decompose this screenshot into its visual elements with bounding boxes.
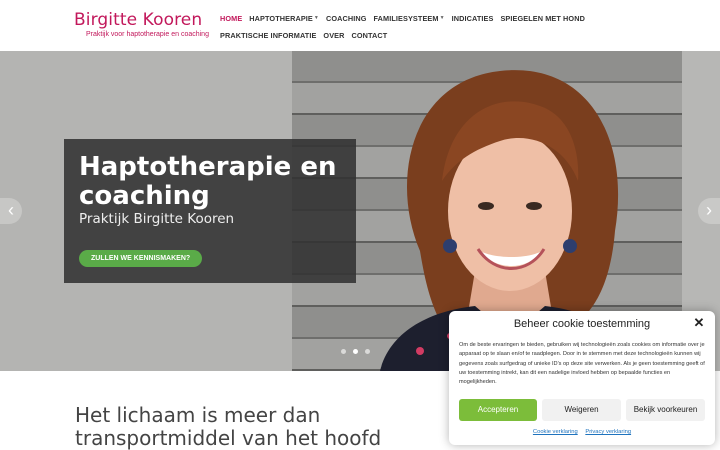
intro-heading-line-1: Het lichaam is meer dan xyxy=(75,403,321,427)
deny-button[interactable]: Weigeren xyxy=(542,399,621,421)
slider-dot-2[interactable] xyxy=(353,349,358,354)
nav-label: PRAKTISCHE INFORMATIE xyxy=(220,30,317,40)
hero-caption-box: Haptotherapie en coaching Praktijk Birgi… xyxy=(64,139,356,283)
privacy-policy-link[interactable]: Privacy verklaring xyxy=(585,429,631,435)
nav-item-contact[interactable]: CONTACT xyxy=(352,31,388,40)
site-logo[interactable]: Birgitte Kooren Praktijk voor haptothera… xyxy=(74,10,209,38)
intro-heading: Het lichaam is meer dan transportmiddel … xyxy=(75,404,381,450)
nav-item-indicaties[interactable]: INDICATIES xyxy=(452,14,494,23)
chevron-right-icon[interactable]: › xyxy=(698,198,720,224)
cookie-dialog-title: Beheer cookie toestemming xyxy=(513,318,651,330)
intro-heading-line-2: transportmiddel van het hoofd xyxy=(75,426,382,450)
nav-label: CONTACT xyxy=(351,30,388,40)
hero-subtitle: Praktijk Birgitte Kooren xyxy=(79,211,235,227)
hero-title: Haptotherapie en coaching xyxy=(79,152,337,211)
cookie-description: Om de beste ervaringen te bieden, gebrui… xyxy=(459,342,705,386)
nav-label: OVER xyxy=(323,30,345,40)
view-preferences-button[interactable]: Bekijk voorkeuren xyxy=(626,399,705,421)
cta-button[interactable]: ZULLEN WE KENNISMAKEN? xyxy=(79,250,203,267)
slider-dot-3[interactable] xyxy=(365,349,370,354)
nav-item-haptotherapie[interactable]: HAPTOTHERAPIE ▼ xyxy=(249,14,319,23)
logo-tagline: Praktijk voor haptotherapie en coaching xyxy=(86,31,209,38)
accept-button[interactable]: Accepteren xyxy=(459,399,537,421)
chevron-down-icon: ▼ xyxy=(439,15,445,21)
nav-label: INDICATIES xyxy=(451,13,494,23)
nav-item-spiegelen-met-hond[interactable]: SPIEGELEN MET HOND xyxy=(500,14,585,23)
nav-item-familiesysteem[interactable]: FAMILIESYSTEEM ▼ xyxy=(374,14,445,23)
cookie-policy-link[interactable]: Cookie verklaring xyxy=(533,429,578,435)
main-navigation: HOME HAPTOTHERAPIE ▼ COACHING FAMILIESYST… xyxy=(220,10,590,44)
nav-row-2: PRAKTISCHE INFORMATIE OVER CONTACT xyxy=(220,27,590,43)
nav-label: HOME xyxy=(220,13,243,23)
nav-item-coaching[interactable]: COACHING xyxy=(326,14,367,23)
slider-pagination xyxy=(341,349,370,354)
cookie-links: Cookie verklaring Privacy verklaring xyxy=(449,429,715,435)
close-icon[interactable]: ✕ xyxy=(692,316,706,330)
nav-item-home[interactable]: HOME xyxy=(220,14,242,23)
slider-dot-1[interactable] xyxy=(341,349,346,354)
logo-title[interactable]: Birgitte Kooren xyxy=(74,10,209,30)
nav-label: HAPTOTHERAPIE xyxy=(249,13,313,23)
nav-item-over[interactable]: OVER xyxy=(323,31,344,40)
site-header: Birgitte Kooren Praktijk voor haptothera… xyxy=(0,0,720,50)
nav-label: SPIEGELEN MET HOND xyxy=(500,13,585,23)
nav-label: COACHING xyxy=(325,13,367,23)
cookie-consent-dialog: Beheer cookie toestemming ✕ Om de beste … xyxy=(449,311,715,445)
nav-label: FAMILIESYSTEEM xyxy=(373,13,439,23)
nav-item-praktische-informatie[interactable]: PRAKTISCHE INFORMATIE xyxy=(220,31,316,40)
nav-row-1: HOME HAPTOTHERAPIE ▼ COACHING FAMILIESYST… xyxy=(220,10,590,26)
chevron-down-icon: ▼ xyxy=(313,15,319,21)
